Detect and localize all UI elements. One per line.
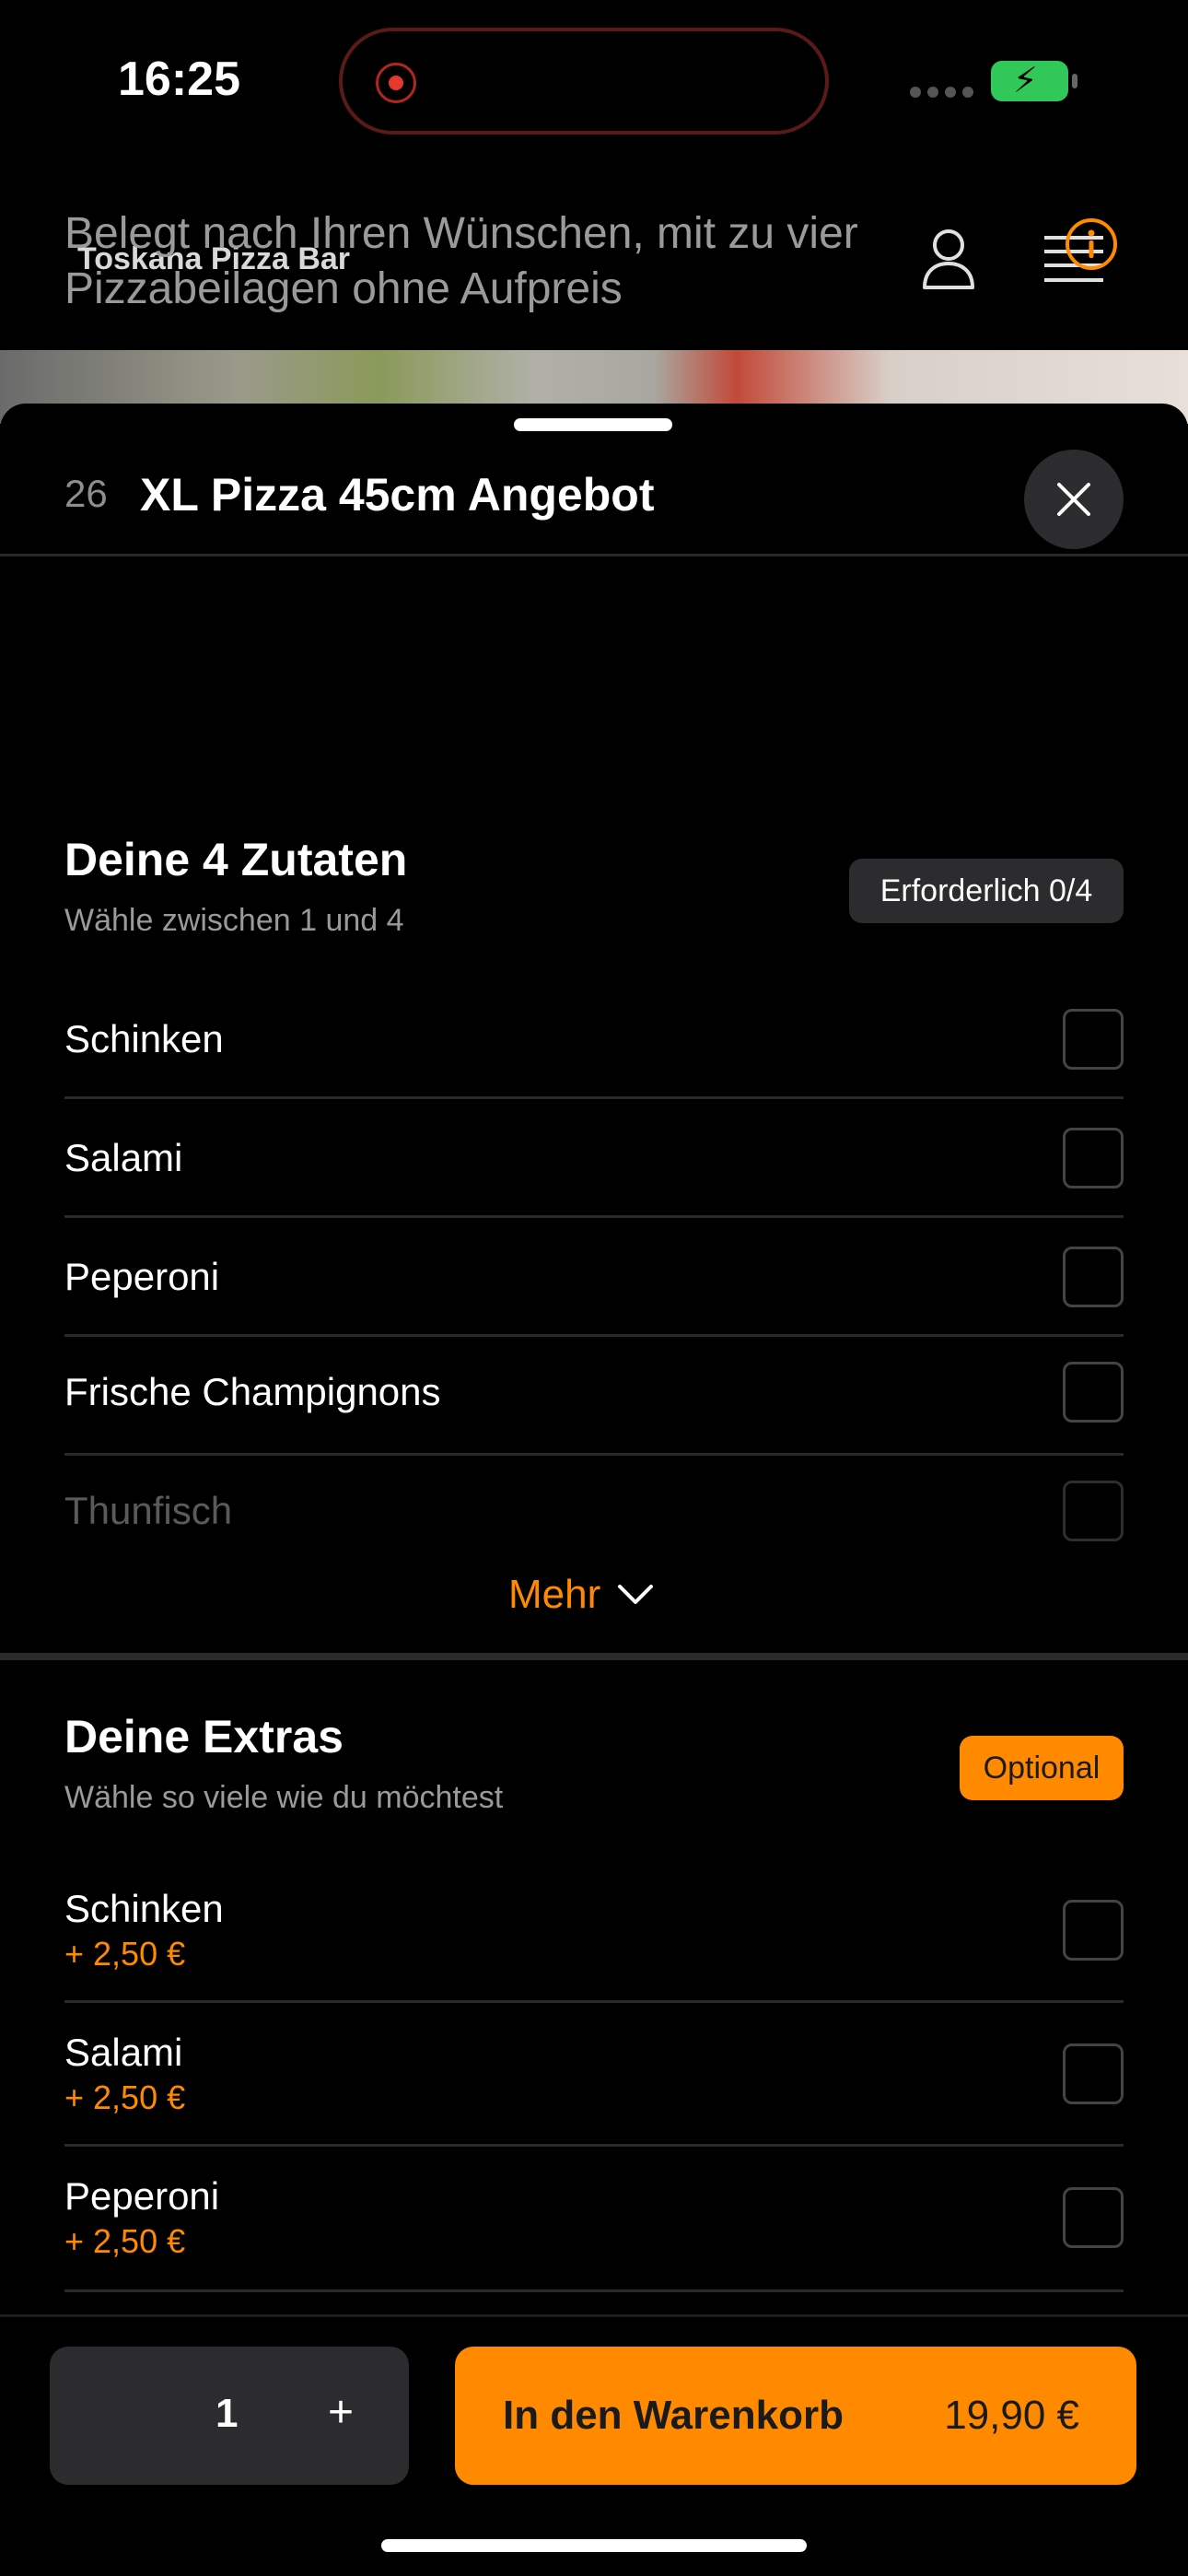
option-label: Salami [64,1136,183,1179]
option-checkbox[interactable] [1063,1481,1124,1541]
extra-option[interactable]: Peperoni + 2,50 € [64,2147,1124,2292]
sheet-grabber[interactable] [514,418,672,431]
option-checkbox[interactable] [1063,2187,1124,2248]
option-price: + 2,50 € [64,1935,186,1973]
option-checkbox[interactable] [1063,1128,1124,1188]
ingredient-option[interactable]: Schinken [64,980,1124,1099]
option-checkbox[interactable] [1063,1247,1124,1307]
option-label: Salami [64,2031,183,2074]
dynamic-island [339,28,829,135]
section-divider [0,1653,1188,1660]
close-icon [1057,483,1090,516]
info-icon[interactable] [1065,217,1118,271]
option-label: Schinken [64,1887,224,1930]
recording-icon [376,63,416,103]
bottom-action-bar: 1 + In den Warenkorb 19,90 € [0,2314,1188,2576]
quantity-value: 1 [215,2391,239,2436]
status-time: 16:25 [118,53,240,106]
option-label: Thunfisch [64,1489,233,1532]
status-bar: 16:25 ⚡ [0,0,1188,166]
battery-charging-icon: ⚡ [991,61,1077,101]
quantity-stepper[interactable]: 1 + [50,2347,409,2485]
option-checkbox[interactable] [1063,1900,1124,1961]
product-title: XL Pizza 45cm Angebot [140,469,655,521]
option-label: Schinken [64,1017,224,1060]
optional-badge: Optional [960,1736,1124,1800]
quantity-increase-button[interactable]: + [328,2387,354,2438]
extra-option[interactable]: Salami + 2,50 € [64,2003,1124,2147]
option-checkbox[interactable] [1063,2043,1124,2104]
extras-section-title: Deine Extras [64,1711,344,1762]
option-checkbox[interactable] [1063,1362,1124,1423]
close-button[interactable] [1024,450,1124,549]
show-more-label: Mehr [508,1572,601,1617]
option-label: Peperoni [64,2174,220,2218]
extras-section-subtitle: Wähle so viele wie du möchtest [64,1780,504,1815]
option-label: Frische Champignons [64,1370,441,1413]
option-price: + 2,50 € [64,2078,186,2116]
add-to-cart-button[interactable]: In den Warenkorb 19,90 € [455,2347,1136,2485]
product-number: 26 [64,472,108,515]
ingredients-section-subtitle: Wähle zwischen 1 und 4 [64,903,404,938]
cellular-signal-icon [910,87,973,98]
home-indicator[interactable] [381,2539,807,2552]
ingredients-section-title: Deine 4 Zutaten [64,834,408,885]
ingredient-option[interactable]: Salami [64,1099,1124,1218]
sheet-header: 26 XL Pizza 45cm Angebot [0,431,1188,556]
option-checkbox[interactable] [1063,1009,1124,1070]
ingredient-option[interactable]: Thunfisch [64,1456,1124,1557]
cart-price: 19,90 € [944,2393,1079,2438]
product-description: Belegt nach Ihren Wünschen, mit zu vier … [64,209,858,313]
ingredient-option[interactable]: Frische Champignons [64,1337,1124,1456]
ingredient-option[interactable]: Peperoni [64,1218,1124,1337]
extra-option[interactable]: Schinken + 2,50 € [64,1859,1124,2003]
required-badge: Erforderlich 0/4 [849,859,1124,923]
show-more-button[interactable]: Mehr [508,1572,654,1618]
chevron-down-icon [618,1585,654,1604]
option-price: + 2,50 € [64,2222,186,2260]
add-to-cart-label: In den Warenkorb [503,2393,844,2438]
option-label: Peperoni [64,1255,220,1298]
